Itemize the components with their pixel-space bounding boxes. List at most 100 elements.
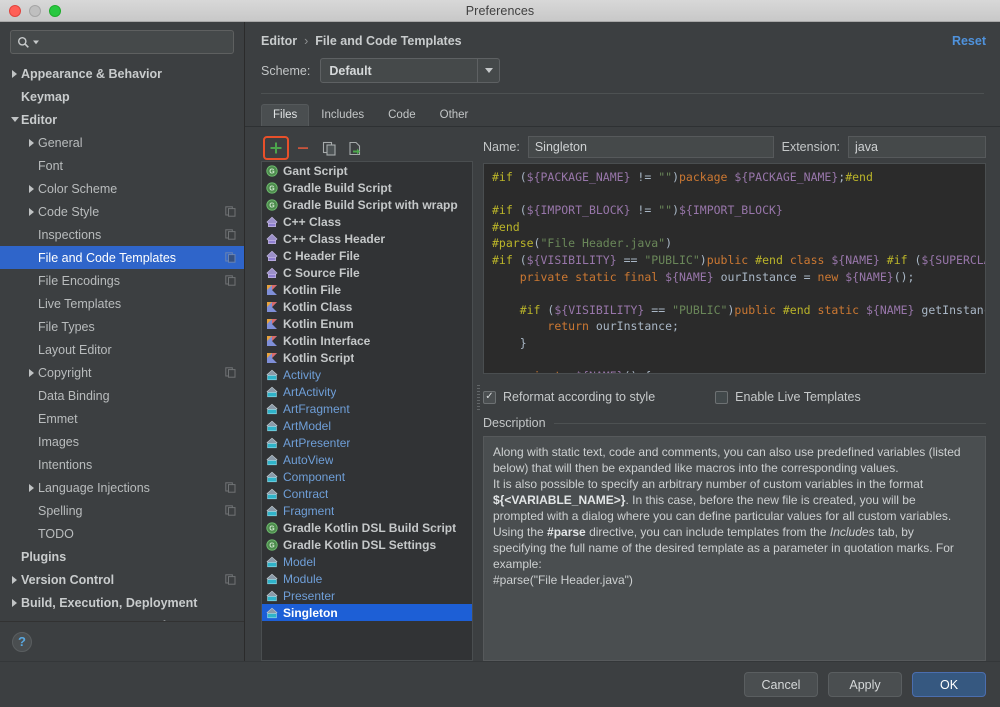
chevron-right-icon[interactable] [25,361,38,384]
checkbox-box[interactable]: ✓ [483,391,496,404]
copy-template-button[interactable] [317,137,341,159]
template-list[interactable]: GGant ScriptGGradle Build ScriptGGradle … [261,161,473,661]
template-list-item[interactable]: Component [262,468,472,485]
sidebar-item-images[interactable]: Images [0,430,244,453]
scheme-select[interactable]: Default [320,58,500,83]
sidebar-item-file-and-code-templates[interactable]: File and Code Templates [0,246,244,269]
template-list-item[interactable]: GGant Script [262,162,472,179]
template-list-item[interactable]: GGradle Build Script [262,179,472,196]
template-list-item[interactable]: Fragment [262,502,472,519]
sidebar-item-languages-frameworks[interactable]: Languages & Frameworks [0,614,244,621]
search-dropdown-caret[interactable] [33,39,40,46]
chevron-right-icon[interactable] [8,568,21,591]
sidebar-item-color-scheme[interactable]: Color Scheme [0,177,244,200]
java-icon [266,556,278,568]
template-list-item[interactable]: Kotlin Enum [262,315,472,332]
template-list-item[interactable]: GGradle Kotlin DSL Build Script [262,519,472,536]
apply-button[interactable]: Apply [828,672,902,697]
sidebar-item-general[interactable]: General [0,131,244,154]
chevron-right-icon[interactable] [25,177,38,200]
tab-files[interactable]: Files [261,104,309,126]
sidebar-item-intentions[interactable]: Intentions [0,453,244,476]
add-template-button[interactable] [263,136,289,160]
checkbox-box[interactable] [715,391,728,404]
sidebar-item-code-style[interactable]: Code Style [0,200,244,223]
kotlin-icon [266,318,278,330]
cpp-icon [266,216,278,228]
reformat-checkbox[interactable]: ✓ Reformat according to style [483,390,655,404]
pane-splitter[interactable] [473,135,483,661]
chevron-right-icon[interactable] [25,131,38,154]
chevron-right-icon[interactable] [8,614,21,621]
sidebar-item-version-control[interactable]: Version Control [0,568,244,591]
chevron-down-icon[interactable] [8,108,21,131]
template-list-item[interactable]: Kotlin Interface [262,332,472,349]
template-list-item[interactable]: GGradle Build Script with wrapp [262,196,472,213]
template-list-item[interactable]: Model [262,553,472,570]
sidebar-item-font[interactable]: Font [0,154,244,177]
sidebar-item-build-execution-deployment[interactable]: Build, Execution, Deployment [0,591,244,614]
template-list-item[interactable]: Contract [262,485,472,502]
template-name-input[interactable] [528,136,774,158]
search-box[interactable] [10,30,234,54]
template-list-item[interactable]: C Header File [262,247,472,264]
template-list-item[interactable]: AutoView [262,451,472,468]
sidebar-item-file-types[interactable]: File Types [0,315,244,338]
sidebar-item-keymap[interactable]: Keymap [0,85,244,108]
remove-template-button[interactable] [291,137,315,159]
ok-button[interactable]: OK [912,672,986,697]
help-icon[interactable]: ? [12,632,32,652]
template-list-item[interactable]: Kotlin Class [262,298,472,315]
settings-tree[interactable]: Appearance & Behavior Keymap EditorGeneral… [0,60,244,621]
sidebar-item-live-templates[interactable]: Live Templates [0,292,244,315]
cpp-icon [266,233,278,245]
template-list-item[interactable]: ArtFragment [262,400,472,417]
import-template-button[interactable] [343,137,367,159]
chevron-right-icon[interactable] [8,591,21,614]
sidebar-item-appearance-behavior[interactable]: Appearance & Behavior [0,62,244,85]
template-extension-input[interactable] [848,136,986,158]
template-list-item[interactable]: Kotlin File [262,281,472,298]
sidebar-item-file-encodings[interactable]: File Encodings [0,269,244,292]
reset-button[interactable]: Reset [952,34,986,48]
template-list-item[interactable]: C++ Class Header [262,230,472,247]
sidebar-item-emmet[interactable]: Emmet [0,407,244,430]
sidebar-item-data-binding[interactable]: Data Binding [0,384,244,407]
sidebar-item-copyright[interactable]: Copyright [0,361,244,384]
sidebar-item-language-injections[interactable]: Language Injections [0,476,244,499]
template-list-item[interactable]: C Source File [262,264,472,281]
template-list-item[interactable]: GGradle Kotlin DSL Settings [262,536,472,553]
sidebar-item-editor[interactable]: Editor [0,108,244,131]
template-list-item[interactable]: C++ Class [262,213,472,230]
template-list-item[interactable]: ArtActivity [262,383,472,400]
template-tabs[interactable]: FilesIncludesCodeOther [245,94,1000,127]
template-list-item[interactable]: Kotlin Script [262,349,472,366]
chevron-right-icon[interactable] [25,200,38,223]
search-input[interactable] [43,34,227,50]
sidebar-item-plugins[interactable]: Plugins [0,545,244,568]
breadcrumb-parent[interactable]: Editor [261,34,297,48]
chevron-down-icon[interactable] [477,59,499,82]
chevron-right-icon[interactable] [25,476,38,499]
sidebar-item-inspections[interactable]: Inspections [0,223,244,246]
template-list-item[interactable]: ArtModel [262,417,472,434]
sidebar-item-label: Keymap [21,90,236,104]
sidebar-item-spelling[interactable]: Spelling [0,499,244,522]
cpp-icon [266,267,278,279]
cancel-button[interactable]: Cancel [744,672,818,697]
live-templates-checkbox[interactable]: Enable Live Templates [715,390,861,404]
template-code-text[interactable]: #if (${PACKAGE_NAME} != "")package ${PAC… [484,164,985,374]
tab-other[interactable]: Other [428,104,481,126]
sidebar-item-todo[interactable]: TODO [0,522,244,545]
template-list-item[interactable]: Singleton [262,604,472,621]
sidebar-item-label: Images [38,435,236,449]
sidebar-item-layout-editor[interactable]: Layout Editor [0,338,244,361]
tab-includes[interactable]: Includes [309,104,376,126]
template-list-item[interactable]: ArtPresenter [262,434,472,451]
template-list-item[interactable]: Presenter [262,587,472,604]
template-list-item[interactable]: Module [262,570,472,587]
tab-code[interactable]: Code [376,104,428,126]
chevron-right-icon[interactable] [8,62,21,85]
template-code-editor[interactable]: #if (${PACKAGE_NAME} != "")package ${PAC… [483,163,986,374]
template-list-item[interactable]: Activity [262,366,472,383]
